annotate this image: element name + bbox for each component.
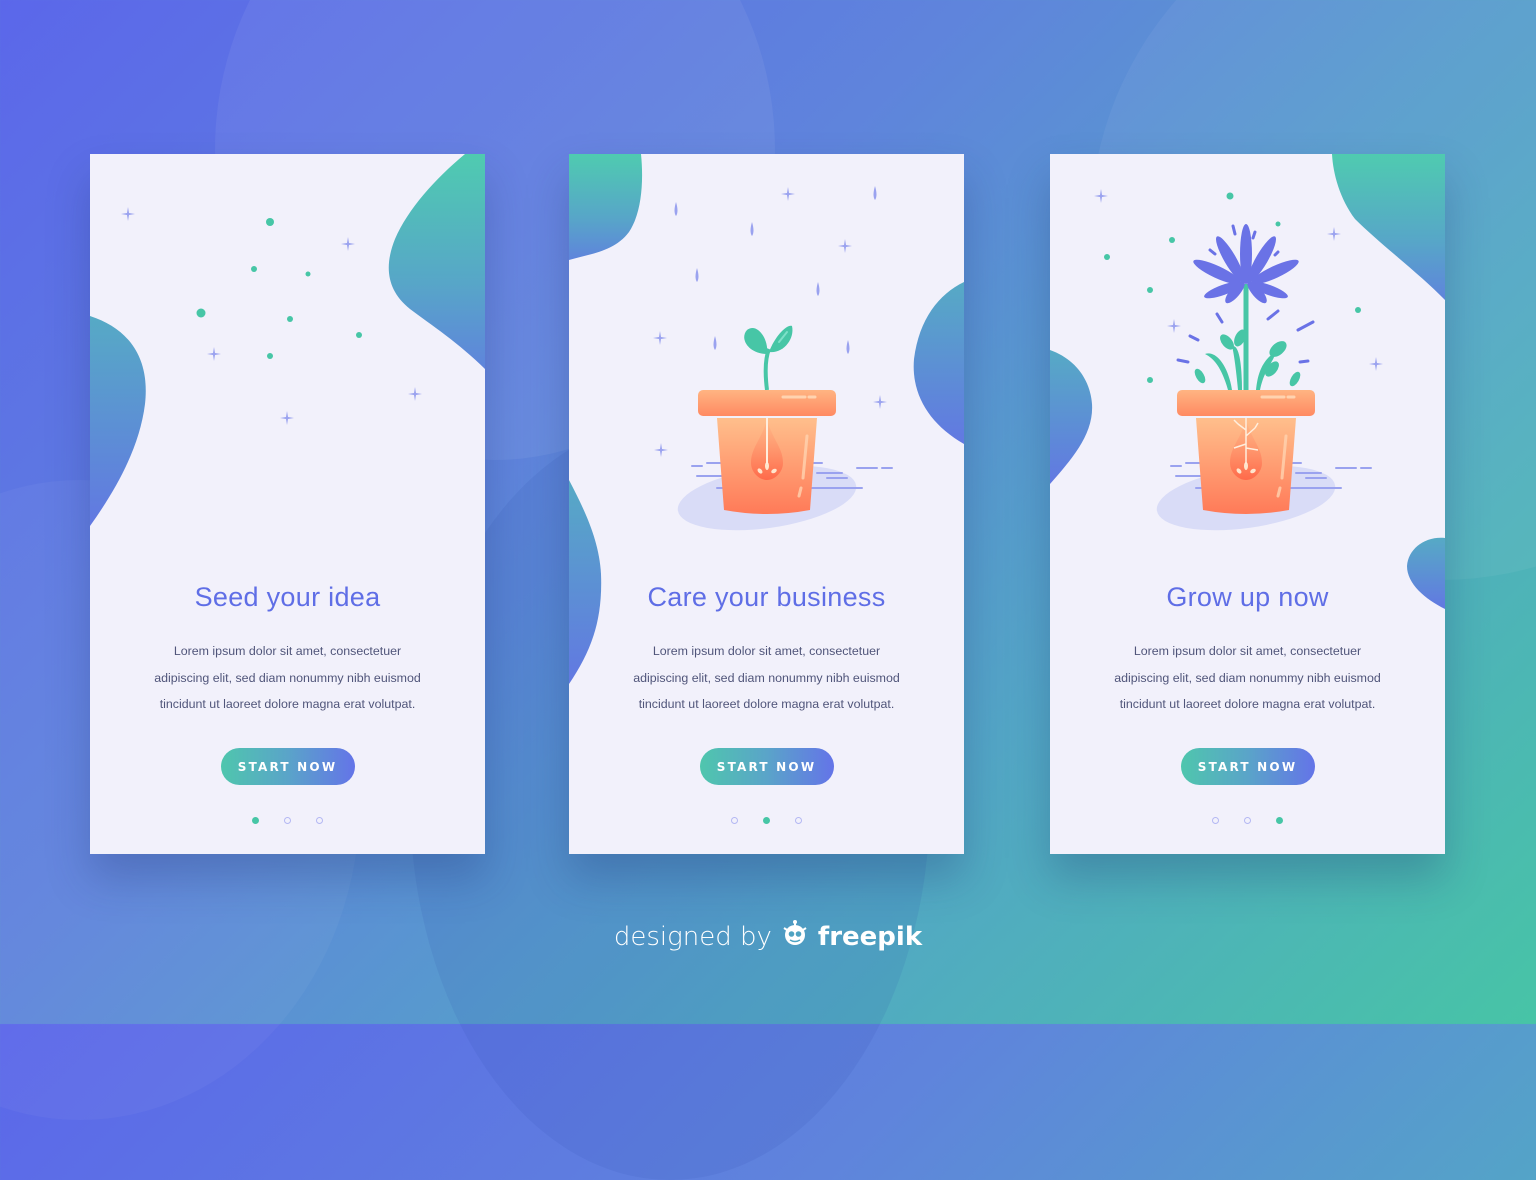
sparkle-icon [408,387,422,401]
sparkle-icon [873,395,887,409]
flower-icon [1176,224,1315,390]
onboarding-card-3: Grow up now Lorem ipsum dolor sit amet, … [1050,154,1445,854]
pagination-dots [569,817,964,824]
page-dot-1[interactable] [1212,817,1219,824]
sparkle-icon [781,187,795,201]
designer-credit: designed by freepik [0,918,1536,955]
credit-brand: freepik [817,921,923,952]
pagination-dots [90,817,485,824]
flower-pot-icon [672,388,894,542]
sparkle-icon [207,347,221,361]
sparkle-icon [1369,357,1383,371]
sparkle-icon [1327,227,1341,241]
decor-blob [1332,154,1445,300]
onboarding-card-2: Care your business Lorem ipsum dolor sit… [569,154,964,854]
sparkle-icon [654,443,668,457]
card-title: Care your business [647,582,886,612]
freepik-mascot-icon [780,918,810,955]
flower-pot-icon [1151,388,1373,542]
decor-blob [569,154,643,260]
card-description: Lorem ipsum dolor sit amet, consectetuer… [154,644,421,711]
decor-blob [1050,350,1093,484]
sparkle-dots [196,218,362,359]
flower-pot-icon [280,411,294,425]
start-now-button[interactable]: START NOW [220,748,355,785]
page-dot-1-active[interactable] [252,817,259,824]
page-dot-2[interactable] [1244,817,1251,824]
start-now-button[interactable]: START NOW [699,748,834,785]
sparkle-icon [341,237,355,251]
decor-blob [388,154,485,369]
raindrops [674,186,877,354]
decor-blob [90,316,146,526]
onboarding-card-1: Seed your idea Lorem ipsum dolor sit ame… [90,154,485,854]
page-dot-2[interactable] [284,817,291,824]
page-dot-3[interactable] [795,817,802,824]
sparkle-icon [653,331,667,345]
card-description: Lorem ipsum dolor sit amet, consectetuer… [633,644,900,711]
sparkle-icon [1167,319,1181,333]
sparkle-icon [1094,189,1108,203]
page-dot-2-active[interactable] [763,817,770,824]
credit-prefix: designed by [613,921,772,952]
page-dot-3-active[interactable] [1276,817,1283,824]
sparkle-icon [121,207,135,221]
sprout-icon [744,325,793,391]
start-now-button[interactable]: START NOW [1180,748,1315,785]
page-dot-1[interactable] [731,817,738,824]
card-title: Seed your idea [194,582,381,612]
pagination-dots [1050,817,1445,824]
card-title: Grow up now [1166,582,1329,612]
page-dot-3[interactable] [316,817,323,824]
decor-blob [913,282,964,444]
sparkle-icon [838,239,852,253]
card-description: Lorem ipsum dolor sit amet, consectetuer… [1114,644,1381,711]
